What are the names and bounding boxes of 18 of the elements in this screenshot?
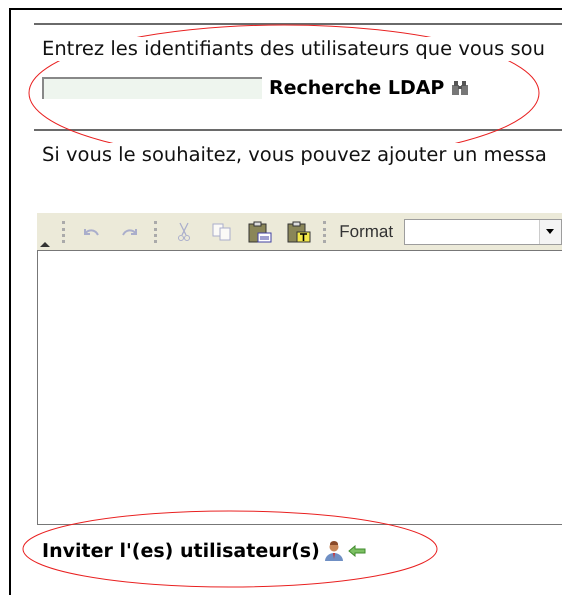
message-hint-text: Si vous le souhaitez, vous pouvez ajouter un messa (42, 143, 547, 167)
clipboard-icon (248, 220, 272, 242)
paste-button[interactable] (246, 218, 274, 244)
paste-text-button[interactable] (285, 218, 312, 244)
format-label: Format (339, 222, 394, 242)
arrow-left-icon (348, 545, 366, 557)
ldap-search-link[interactable]: Recherche LDAP (269, 77, 444, 99)
copy-icon (212, 222, 232, 240)
scissors-icon (178, 222, 190, 242)
binoculars-icon[interactable] (451, 80, 470, 96)
instructions-text: Entrez les identifiants des utilisateurs que vous sou (42, 37, 545, 61)
user-id-field[interactable] (42, 77, 262, 99)
user-icon (322, 541, 345, 561)
dropdown-arrow-button[interactable] (538, 220, 561, 244)
clipboard-icon (286, 220, 311, 242)
caret-icon (546, 229, 554, 234)
invite-users-button[interactable]: Inviter l'(es) utilisateur(s) (42, 539, 320, 563)
collapse-icon[interactable] (39, 240, 51, 248)
